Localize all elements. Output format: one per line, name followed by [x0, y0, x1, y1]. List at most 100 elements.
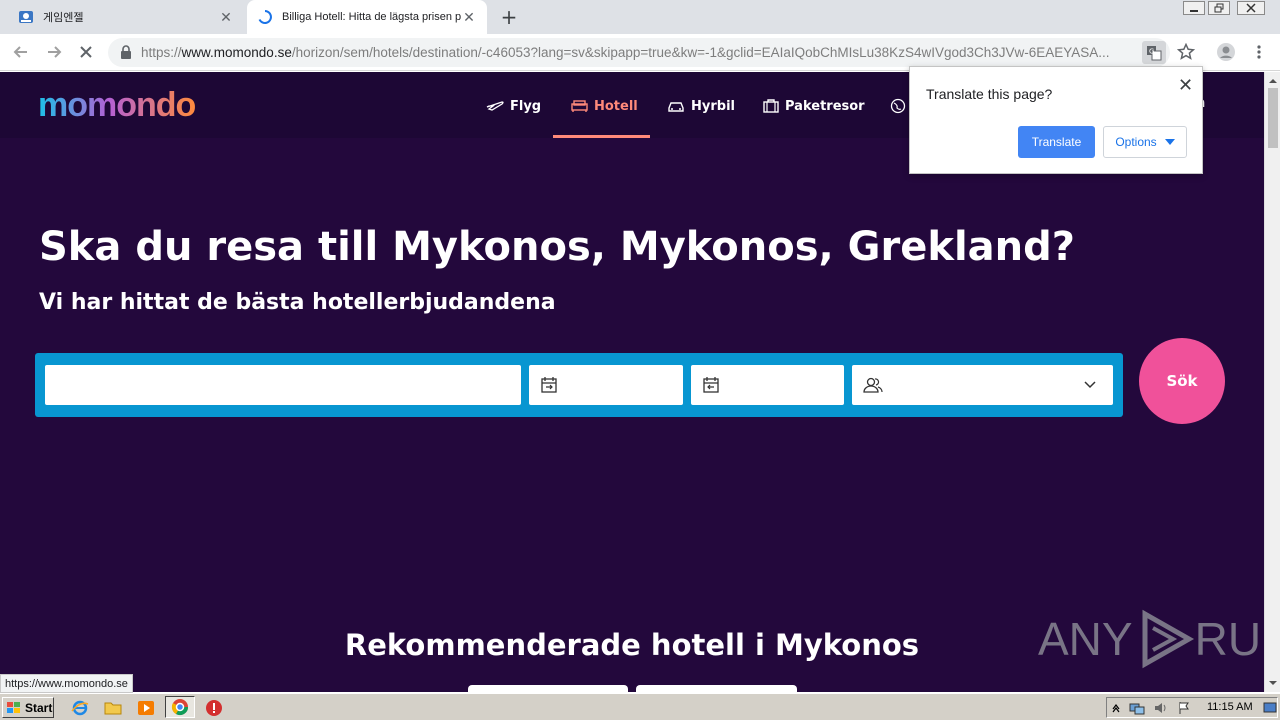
page-subtitle: Vi har hittat de bästa hotellerbjudanden…: [39, 290, 556, 315]
bookmark-star-button[interactable]: [1174, 40, 1198, 64]
nav-hyrbil[interactable]: Hyrbil: [667, 96, 735, 116]
options-label: Options: [1115, 135, 1157, 149]
hotel-card[interactable]: [636, 685, 797, 692]
loading-spinner-icon: [258, 10, 272, 24]
close-icon: [1246, 3, 1256, 13]
kebab-menu-icon: [1257, 45, 1261, 59]
checkout-date-field[interactable]: [691, 365, 844, 405]
translate-page-button[interactable]: G: [1142, 41, 1166, 64]
back-button[interactable]: [9, 40, 33, 64]
nav-label: Hotell: [594, 98, 638, 114]
nav-paketresor[interactable]: Paketresor: [763, 96, 865, 116]
restore-icon: [1214, 3, 1224, 13]
watermark-right: RUN: [1194, 613, 1264, 665]
stop-sign-icon: [206, 700, 222, 716]
tab-title: Billiga Hotell: Hitta de lägsta prisen p: [282, 11, 461, 23]
taskbar-clock[interactable]: 11:15 AM: [1207, 701, 1253, 713]
folder-icon: [104, 702, 122, 715]
windows-logo-icon: [7, 701, 20, 713]
checkin-date-field[interactable]: [529, 365, 683, 405]
profile-button[interactable]: [1214, 40, 1238, 64]
arrow-left-icon: [13, 46, 27, 58]
caret-down-icon: [1164, 139, 1175, 145]
nav-label: Paketresor: [785, 98, 865, 114]
taskbar-explorer[interactable]: [103, 698, 123, 718]
search-submit-button[interactable]: Sök: [1139, 338, 1225, 424]
translate-popup-close-icon[interactable]: ✕: [1178, 75, 1193, 96]
hotel-search-form: [35, 353, 1123, 417]
scroll-down-arrow-icon[interactable]: [1265, 676, 1280, 690]
tab-close-icon[interactable]: ✕: [218, 9, 234, 25]
window-restore-button[interactable]: [1208, 1, 1230, 15]
anyrun-watermark: ANY RUN: [1038, 608, 1264, 670]
window-close-button[interactable]: [1237, 1, 1265, 15]
minimize-icon: [1190, 10, 1198, 12]
network-icon[interactable]: [1129, 701, 1145, 715]
arrow-right-icon: [48, 46, 62, 58]
windows-taskbar: Start 11:15 AM: [0, 693, 1280, 720]
address-bar[interactable]: https://www.momondo.se/horizon/sem/hotel…: [108, 38, 1170, 67]
internet-explorer-icon: [71, 700, 89, 716]
taskbar-media-player[interactable]: [136, 698, 156, 718]
nav-active-indicator: [553, 135, 650, 138]
url-host: www.momondo.se: [181, 45, 292, 60]
forward-button[interactable]: [42, 40, 66, 64]
scrollbar-thumb[interactable]: [1268, 88, 1278, 148]
lock-icon: [121, 45, 131, 59]
nav-label: Hyrbil: [691, 98, 735, 114]
avatar-icon: [1217, 43, 1235, 61]
calendar-icon: [703, 377, 719, 393]
logo-text: momondo: [38, 86, 196, 124]
url-path: /horizon/sem/hotels/destination/-c46053?…: [291, 45, 1110, 60]
momondo-wordmark: momondo: [38, 86, 197, 124]
tray-expand-icon[interactable]: [1111, 703, 1121, 713]
stop-loading-button[interactable]: [74, 40, 98, 64]
browser-tab-strip: 게임엔젤 ✕ Billiga Hotell: Hitta de lägsta p…: [0, 0, 1280, 34]
bed-icon: [571, 100, 588, 112]
start-button[interactable]: Start: [2, 697, 54, 718]
svg-text:G: G: [1149, 47, 1154, 55]
show-desktop-icon[interactable]: [1263, 702, 1277, 714]
translate-options-button[interactable]: Options: [1103, 126, 1187, 158]
page-scrollbar[interactable]: [1264, 72, 1280, 692]
url-scheme: https://: [141, 45, 182, 60]
browser-tab-momondo[interactable]: Billiga Hotell: Hitta de lägsta prisen p…: [247, 0, 487, 34]
page-title: Ska du resa till Mykonos, Mykonos, Grekl…: [39, 224, 1075, 270]
translate-icon: G: [1147, 45, 1162, 60]
url-text: https://www.momondo.se/horizon/sem/hotel…: [141, 45, 1131, 60]
watermark-left: ANY: [1038, 613, 1133, 665]
browser-tab-game-angel[interactable]: 게임엔젤 ✕: [8, 0, 244, 34]
chevron-down-icon: [1084, 381, 1096, 389]
guests-select[interactable]: [852, 365, 1113, 405]
taskbar-security-app[interactable]: [204, 698, 224, 718]
media-player-icon: [138, 701, 154, 715]
calendar-icon: [541, 377, 557, 393]
scroll-up-arrow-icon[interactable]: [1265, 74, 1280, 88]
guests-icon: [863, 377, 883, 393]
star-icon: [1177, 43, 1195, 60]
translate-question: Translate this page?: [926, 86, 1053, 102]
start-label: Start: [25, 700, 53, 715]
taskbar-ie[interactable]: [70, 698, 90, 718]
destination-input[interactable]: [45, 365, 521, 405]
hotel-card[interactable]: [468, 685, 628, 692]
tab-close-icon[interactable]: ✕: [461, 9, 477, 25]
window-minimize-button[interactable]: [1183, 1, 1205, 15]
play-triangle-icon: [1142, 609, 1194, 669]
nav-hotell[interactable]: Hotell: [571, 96, 638, 116]
taskbar-chrome[interactable]: [165, 696, 195, 718]
close-icon: [80, 46, 92, 58]
momondo-logo[interactable]: momondo: [38, 86, 213, 135]
translate-button[interactable]: Translate: [1018, 126, 1095, 158]
globe-icon: [890, 98, 906, 114]
plane-icon: [486, 101, 504, 111]
nav-flyg[interactable]: Flyg: [486, 96, 541, 116]
nav-label: Flyg: [510, 98, 542, 114]
chrome-icon: [171, 699, 189, 716]
system-tray: 11:15 AM: [1106, 697, 1278, 718]
action-center-flag-icon[interactable]: [1177, 701, 1191, 715]
new-tab-button[interactable]: +: [498, 5, 520, 29]
status-bar-url: https://www.momondo.se: [0, 674, 133, 693]
browser-menu-button[interactable]: [1247, 40, 1271, 64]
volume-icon[interactable]: [1153, 701, 1169, 715]
